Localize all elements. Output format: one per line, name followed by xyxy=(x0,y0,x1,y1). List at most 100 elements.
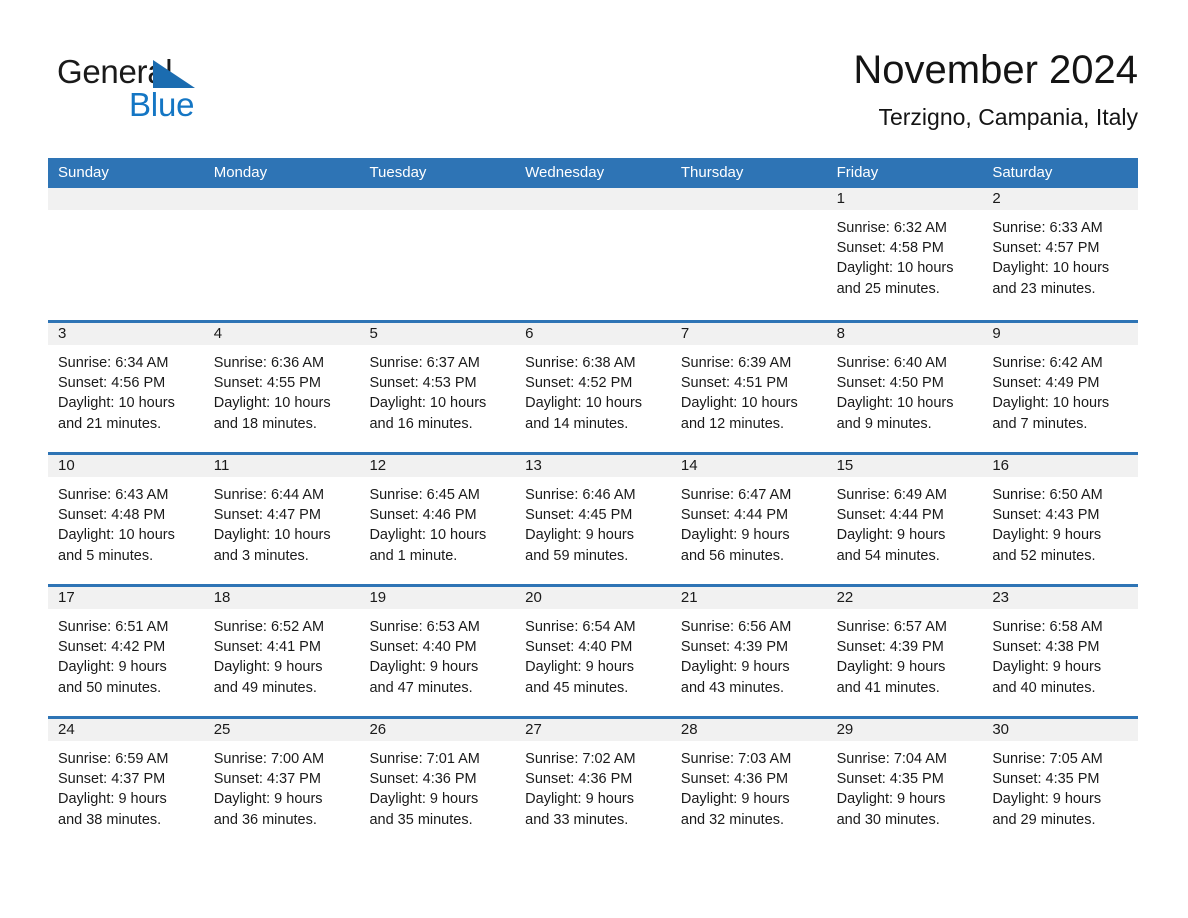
calendar-grid: Sunday Monday Tuesday Wednesday Thursday Frid… xyxy=(48,158,1139,848)
day-number-band: 8 xyxy=(826,323,983,345)
day-detail-line: and 32 minutes. xyxy=(680,811,785,828)
day-cell-16[interactable]: 16 Sunrise: 6:50 AM Sunset: 4:43 PM Dayligh… xyxy=(982,455,1139,584)
day-details: Sunrise: 6:42 AM Sunset: 4:49 PM Daylight:… xyxy=(982,345,1138,434)
day-number: 9 xyxy=(992,325,1001,342)
day-cell-5[interactable]: 5 Sunrise: 6:37 AM Sunset: 4:53 PM Daylight… xyxy=(359,323,516,452)
day-details xyxy=(204,210,360,218)
day-detail-line: Sunrise: 6:53 AM xyxy=(369,619,480,635)
day-number: 26 xyxy=(369,721,387,738)
day-details: Sunrise: 7:05 AM Sunset: 4:35 PM Daylight:… xyxy=(982,741,1138,830)
day-number-band: 2 xyxy=(982,188,1139,210)
day-cell-22[interactable]: 22 Sunrise: 6:57 AM Sunset: 4:39 PM Dayligh… xyxy=(826,587,983,716)
day-number-band: 14 xyxy=(670,455,827,477)
day-detail-line: Sunset: 4:38 PM xyxy=(992,639,1100,656)
day-cell-9[interactable]: 9 Sunrise: 6:42 AM Sunset: 4:49 PM Daylight… xyxy=(982,323,1139,452)
day-details: Sunrise: 6:34 AM Sunset: 4:56 PM Daylight:… xyxy=(48,345,204,434)
day-number: 7 xyxy=(680,325,690,342)
day-detail-line: Sunset: 4:51 PM xyxy=(680,375,789,392)
day-details: Sunrise: 6:40 AM Sunset: 4:50 PM Daylight:… xyxy=(827,345,983,434)
day-cell-30[interactable]: 30 Sunrise: 7:05 AM Sunset: 4:35 PM Dayligh… xyxy=(982,719,1139,848)
day-cell-25[interactable]: 25 Sunrise: 7:00 AM Sunset: 4:37 PM Dayligh… xyxy=(203,719,360,848)
day-detail-line: and 1 minute. xyxy=(369,547,458,564)
day-detail-line: and 12 minutes. xyxy=(680,415,785,432)
weekday-header-tuesday: Tuesday xyxy=(369,164,427,181)
day-cell-29[interactable]: 29 Sunrise: 7:04 AM Sunset: 4:35 PM Dayligh… xyxy=(826,719,983,848)
day-number-band: 6 xyxy=(515,323,671,345)
day-number-band: 15 xyxy=(826,455,983,477)
day-detail-line: Sunrise: 7:02 AM xyxy=(525,751,636,767)
day-detail-line: and 43 minutes. xyxy=(680,679,785,696)
general-blue-logo[interactable]: General Blue xyxy=(57,54,317,134)
day-detail-line: Daylight: 9 hours xyxy=(213,791,323,808)
day-detail-line: Sunset: 4:55 PM xyxy=(213,375,321,392)
day-detail-line: Daylight: 9 hours xyxy=(213,659,323,676)
day-number-band: 27 xyxy=(515,719,671,741)
day-cell-13[interactable]: 13 Sunrise: 6:46 AM Sunset: 4:45 PM Dayligh… xyxy=(515,455,671,584)
day-cell-18[interactable]: 18 Sunrise: 6:52 AM Sunset: 4:41 PM Dayligh… xyxy=(203,587,360,716)
day-cell-10[interactable]: 10 Sunrise: 6:43 AM Sunset: 4:48 PM Dayligh… xyxy=(48,455,204,584)
day-cell-20[interactable]: 20 Sunrise: 6:54 AM Sunset: 4:40 PM Dayligh… xyxy=(515,587,671,716)
day-cell-28[interactable]: 28 Sunrise: 7:03 AM Sunset: 4:36 PM Dayligh… xyxy=(670,719,827,848)
page-subtitle-location: Terzigno, Campania, Italy xyxy=(878,104,1138,130)
day-details: Sunrise: 7:02 AM Sunset: 4:36 PM Daylight:… xyxy=(515,741,671,830)
day-number: 18 xyxy=(213,589,231,606)
day-cell-12[interactable]: 12 Sunrise: 6:45 AM Sunset: 4:46 PM Dayligh… xyxy=(359,455,516,584)
day-details: Sunrise: 7:03 AM Sunset: 4:36 PM Daylight:… xyxy=(671,741,827,830)
day-detail-line: Daylight: 9 hours xyxy=(525,527,634,544)
day-number: 3 xyxy=(58,325,67,342)
day-cell-24[interactable]: 24 Sunrise: 6:59 AM Sunset: 4:37 PM Dayligh… xyxy=(48,719,204,848)
day-cell-15[interactable]: 15 Sunrise: 6:49 AM Sunset: 4:44 PM Dayligh… xyxy=(826,455,983,584)
day-detail-line: Sunset: 4:50 PM xyxy=(836,375,944,392)
day-details: Sunrise: 6:37 AM Sunset: 4:53 PM Daylight:… xyxy=(359,345,515,434)
day-detail-line: Sunset: 4:36 PM xyxy=(525,771,633,788)
day-cell-7[interactable]: 7 Sunrise: 6:39 AM Sunset: 4:51 PM Daylight… xyxy=(670,323,827,452)
day-detail-line: Sunset: 4:48 PM xyxy=(58,507,166,524)
day-detail-line: and 5 minutes. xyxy=(58,547,154,564)
day-cell-19[interactable]: 19 Sunrise: 6:53 AM Sunset: 4:40 PM Dayligh… xyxy=(359,587,516,716)
day-cell-11[interactable]: 11 Sunrise: 6:44 AM Sunset: 4:47 PM Dayligh… xyxy=(203,455,360,584)
day-detail-line: Daylight: 10 hours xyxy=(992,395,1110,412)
day-details xyxy=(515,210,671,218)
day-detail-line: Sunset: 4:57 PM xyxy=(992,240,1100,257)
day-details: Sunrise: 6:54 AM Sunset: 4:40 PM Daylight:… xyxy=(515,609,671,698)
day-cell-6[interactable]: 6 Sunrise: 6:38 AM Sunset: 4:52 PM Daylight… xyxy=(515,323,671,452)
day-detail-line: Daylight: 9 hours xyxy=(369,659,479,676)
weekday-header-sunday: Sunday xyxy=(58,164,109,181)
calendar-weeks: 1 Sunrise: 6:32 AM Sunset: 4:58 PM Daylight… xyxy=(48,188,1139,848)
logo-triangle-icon xyxy=(153,60,195,88)
day-cell-23[interactable]: 23 Sunrise: 6:58 AM Sunset: 4:38 PM Dayligh… xyxy=(982,587,1139,716)
day-cell-4[interactable]: 4 Sunrise: 6:36 AM Sunset: 4:55 PM Daylight… xyxy=(203,323,360,452)
day-cell-empty xyxy=(359,188,516,320)
day-detail-line: Sunrise: 6:38 AM xyxy=(525,355,636,371)
day-details: Sunrise: 6:47 AM Sunset: 4:44 PM Daylight:… xyxy=(671,477,827,566)
day-detail-line: Sunset: 4:56 PM xyxy=(58,375,166,392)
page-header: General Blue November 2024 Terzigno, Cam… xyxy=(48,46,1138,150)
day-detail-line: and 36 minutes. xyxy=(213,811,317,828)
day-detail-line: Sunrise: 6:57 AM xyxy=(836,619,948,635)
logo-word-blue: Blue xyxy=(129,86,195,123)
calendar-week-row: 3 Sunrise: 6:34 AM Sunset: 4:56 PM Daylight… xyxy=(48,320,1139,452)
day-detail-line: Sunrise: 6:49 AM xyxy=(836,487,948,503)
day-detail-line: and 49 minutes. xyxy=(213,679,317,696)
day-detail-line: Sunrise: 6:52 AM xyxy=(213,619,325,635)
day-cell-27[interactable]: 27 Sunrise: 7:02 AM Sunset: 4:36 PM Dayligh… xyxy=(515,719,671,848)
day-cell-2[interactable]: 2 Sunrise: 6:33 AM Sunset: 4:57 PM Daylight… xyxy=(982,188,1139,320)
day-detail-line: Sunset: 4:36 PM xyxy=(369,771,477,788)
day-detail-line: Daylight: 9 hours xyxy=(836,527,946,544)
day-number-band: 20 xyxy=(515,587,671,609)
day-detail-line: Sunset: 4:53 PM xyxy=(369,375,477,392)
day-cell-17[interactable]: 17 Sunrise: 6:51 AM Sunset: 4:42 PM Dayligh… xyxy=(48,587,204,716)
day-details: Sunrise: 6:44 AM Sunset: 4:47 PM Daylight:… xyxy=(204,477,360,566)
day-cell-21[interactable]: 21 Sunrise: 6:56 AM Sunset: 4:39 PM Dayligh… xyxy=(670,587,827,716)
day-number: 4 xyxy=(213,325,223,342)
day-cell-26[interactable]: 26 Sunrise: 7:01 AM Sunset: 4:36 PM Dayligh… xyxy=(359,719,516,848)
day-number: 17 xyxy=(58,589,75,606)
day-detail-line: and 40 minutes. xyxy=(992,679,1096,696)
day-detail-line: Sunset: 4:42 PM xyxy=(58,639,166,656)
day-cell-8[interactable]: 8 Sunrise: 6:40 AM Sunset: 4:50 PM Daylight… xyxy=(826,323,983,452)
day-cell-14[interactable]: 14 Sunrise: 6:47 AM Sunset: 4:44 PM Dayligh… xyxy=(670,455,827,584)
day-cell-3[interactable]: 3 Sunrise: 6:34 AM Sunset: 4:56 PM Daylight… xyxy=(48,323,204,452)
day-detail-line: Daylight: 10 hours xyxy=(213,395,331,412)
day-cell-1[interactable]: 1 Sunrise: 6:32 AM Sunset: 4:58 PM Daylight… xyxy=(826,188,983,320)
day-detail-line: and 3 minutes. xyxy=(213,547,309,564)
